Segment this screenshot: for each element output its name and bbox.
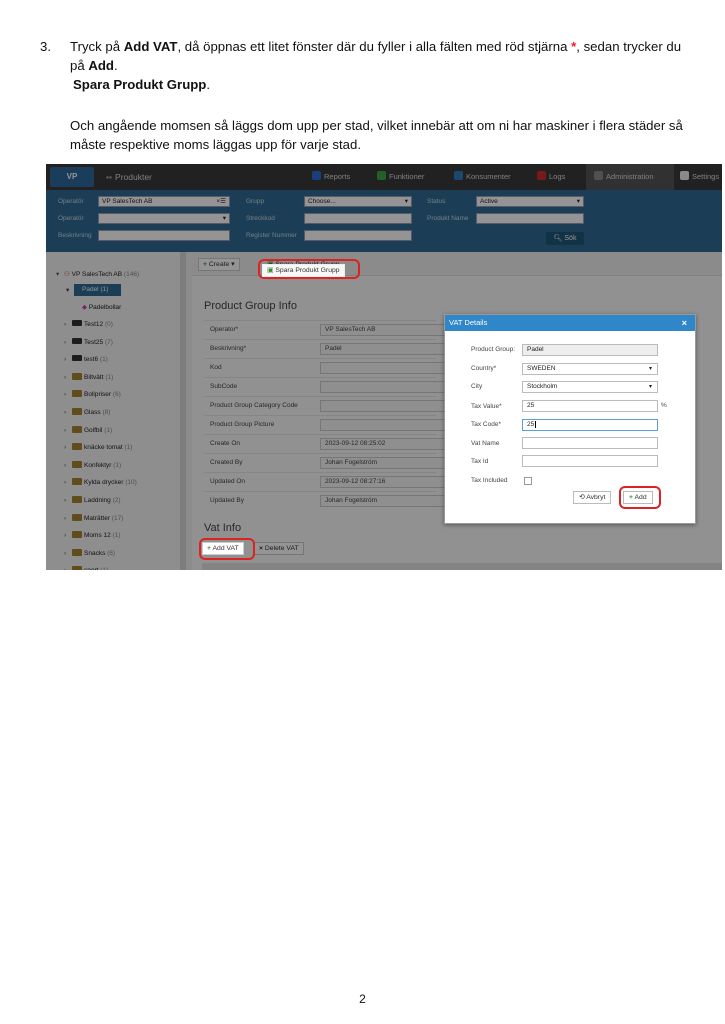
vat-name-label: Vat Name (471, 440, 500, 447)
tax-id-label: Tax Id (471, 458, 489, 465)
cancel-button[interactable]: ⟲ Avbryt (573, 491, 612, 504)
tax-code-label: Tax Code* (471, 421, 501, 428)
city-label: City (471, 383, 483, 390)
vat-name-input[interactable] (522, 437, 658, 449)
save-product-group-highlight[interactable]: ▣ Spara Produkt Grupp (262, 264, 345, 277)
instr-text-5: . (206, 77, 211, 92)
tax-value-input[interactable]: 25 (522, 400, 658, 412)
add-vat-highlight[interactable]: + Add VAT (202, 542, 244, 555)
country-select[interactable]: SWEDEN ▾ (522, 363, 658, 375)
chevron-down-icon: ▾ (648, 366, 652, 372)
city-select[interactable]: Stockholm ▾ (522, 381, 658, 393)
undo-icon: ⟲ (579, 494, 585, 501)
step-number: 3. (40, 39, 51, 54)
instruction-text: Tryck på Add VAT, då öppnas ett litet fö… (70, 37, 690, 94)
country-label: Country* (471, 365, 497, 372)
app-screenshot: VP ▪▪ Produkter Reports Funktioner Konsum… (46, 164, 722, 570)
product-group-label: Product Group: (471, 346, 516, 353)
vat-explanation-paragraph: Och angående momsen så läggs dom upp per… (70, 118, 683, 152)
instr-bold-add: Add (88, 58, 114, 73)
modal-header: VAT Details × (445, 315, 695, 331)
vat-details-modal: VAT Details × Product Group: Padel Countr… (444, 314, 696, 524)
tax-code-input[interactable]: 25 (522, 419, 658, 431)
tax-included-checkbox[interactable] (524, 477, 532, 485)
product-group-field: Padel (522, 344, 658, 356)
instr-text-4: . (113, 58, 118, 73)
percent-sign: % (661, 402, 667, 409)
instr-text-1: Tryck på (70, 39, 124, 54)
close-icon[interactable]: × (682, 315, 687, 331)
page-number: 2 (359, 992, 366, 1006)
instruction-step: 3. Tryck på Add VAT, då öppnas ett litet… (40, 37, 690, 94)
tax-value-label: Tax Value* (471, 403, 502, 410)
plus-icon: + (629, 494, 633, 501)
tax-included-label: Tax Included (471, 477, 508, 484)
document-page: 3. Tryck på Add VAT, då öppnas ett litet… (0, 0, 725, 1024)
instr-text-2: , då öppnas ett litet fönster där du fyl… (177, 39, 572, 54)
tax-id-input[interactable] (522, 455, 658, 467)
chevron-down-icon: ▾ (648, 384, 652, 390)
add-button[interactable]: + Add (623, 491, 653, 504)
instr-bold-add-vat: Add VAT (123, 39, 178, 54)
instr-bold-save: Spara Produkt Grupp (73, 77, 207, 92)
